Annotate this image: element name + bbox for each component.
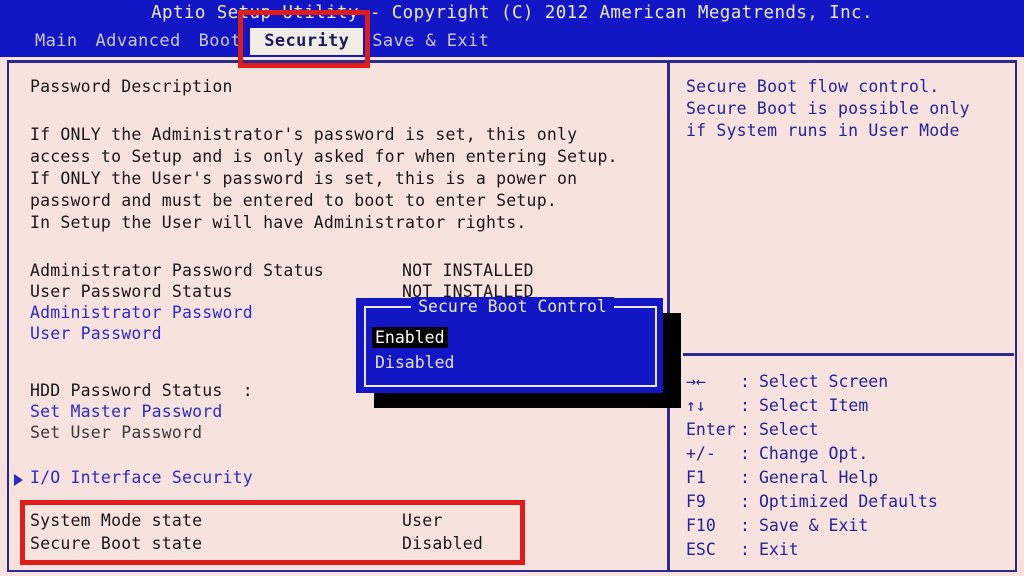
password-status-value: NOT INSTALLED: [402, 261, 534, 280]
help-line: Secure Boot flow control.: [686, 77, 940, 96]
password-item[interactable]: User Password: [30, 323, 162, 344]
menu-tab-boot[interactable]: Boot: [190, 28, 251, 55]
key-legend-label: Select Item: [759, 396, 869, 415]
password-status-label: Administrator Password Status: [30, 261, 324, 280]
key-legend-label: Optimized Defaults: [759, 492, 938, 511]
password-description-heading: Password Description: [30, 77, 233, 96]
key-legend-separator: :: [740, 516, 750, 535]
key-legend-label: Select: [759, 420, 819, 439]
description-line: If ONLY the User's password is set, this…: [30, 169, 578, 188]
arrow-left-right-icon: →←: [686, 372, 706, 391]
arrow-up-down-icon: ↑↓: [686, 396, 706, 415]
menu-tab-main[interactable]: Main: [26, 28, 87, 55]
key-legend-separator: :: [740, 540, 750, 559]
key-legend-key: F1: [686, 468, 706, 487]
key-legend-label: Save & Exit: [759, 516, 869, 535]
key-legend-separator: :: [740, 444, 750, 463]
description-line: access to Setup and is only asked for wh…: [30, 147, 618, 166]
key-legend-label: Exit: [759, 540, 799, 559]
key-legend-label: Change Opt.: [759, 444, 869, 463]
state-value: User: [402, 511, 443, 530]
secure-boot-control-dialog[interactable]: Secure Boot Control Enabled Disabled: [356, 297, 663, 393]
triangle-right-icon: [14, 474, 23, 486]
hdd-password-item[interactable]: Set Master Password: [30, 401, 223, 422]
dialog-option-enabled[interactable]: Enabled: [372, 327, 448, 348]
password-status-label: User Password Status: [30, 282, 233, 301]
dialog-title-wrap: Secure Boot Control: [366, 297, 659, 316]
dialog-title: Secure Boot Control: [411, 297, 614, 316]
help-line: Secure Boot is possible only: [686, 99, 970, 118]
state-label: System Mode state: [30, 511, 203, 530]
io-interface-security-label: I/O Interface Security: [30, 468, 253, 487]
key-legend-key: +/-: [686, 444, 716, 463]
dialog-option-disabled[interactable]: Disabled: [372, 352, 457, 373]
description-line: In Setup the User will have Administrato…: [30, 213, 527, 232]
help-divider: [683, 353, 1014, 356]
dialog-inner-border: Secure Boot Control Enabled Disabled: [364, 297, 657, 387]
key-legend-key: F9: [686, 492, 706, 511]
key-legend-separator: :: [740, 468, 750, 487]
key-legend-label: Select Screen: [759, 372, 889, 391]
key-legend-separator: :: [740, 492, 750, 511]
state-value: Disabled: [402, 534, 484, 553]
menu-bar[interactable]: Main Advanced Boot Security Save & Exit: [26, 28, 498, 55]
key-legend-key: ESC: [686, 540, 716, 559]
key-legend-separator: :: [740, 372, 750, 391]
state-label: Secure Boot state: [30, 534, 203, 553]
window-title: Aptio Setup Utility - Copyright (C) 2012…: [151, 3, 873, 23]
hdd-password-item[interactable]: Set User Password: [30, 422, 202, 443]
key-legend-label: General Help: [759, 468, 879, 487]
menu-tab-security[interactable]: Security: [250, 28, 364, 55]
menu-tab-advanced[interactable]: Advanced: [87, 28, 190, 55]
key-legend-key: Enter: [686, 420, 736, 439]
hdd-password-status-label: HDD Password Status :: [30, 381, 253, 400]
key-legend-separator: :: [740, 420, 750, 439]
password-item[interactable]: Administrator Password: [30, 302, 253, 323]
description-line: If ONLY the Administrator's password is …: [30, 125, 578, 144]
help-line: if System runs in User Mode: [686, 121, 960, 140]
menu-tab-save-exit[interactable]: Save & Exit: [363, 28, 498, 55]
key-legend-separator: :: [740, 396, 750, 415]
description-line: password and must be entered to boot to …: [30, 191, 557, 210]
help-pane: Secure Boot flow control. Secure Boot is …: [682, 62, 1016, 570]
key-legend-key: F10: [686, 516, 716, 535]
bios-setup-screen: Aptio Setup Utility - Copyright (C) 2012…: [0, 0, 1024, 576]
